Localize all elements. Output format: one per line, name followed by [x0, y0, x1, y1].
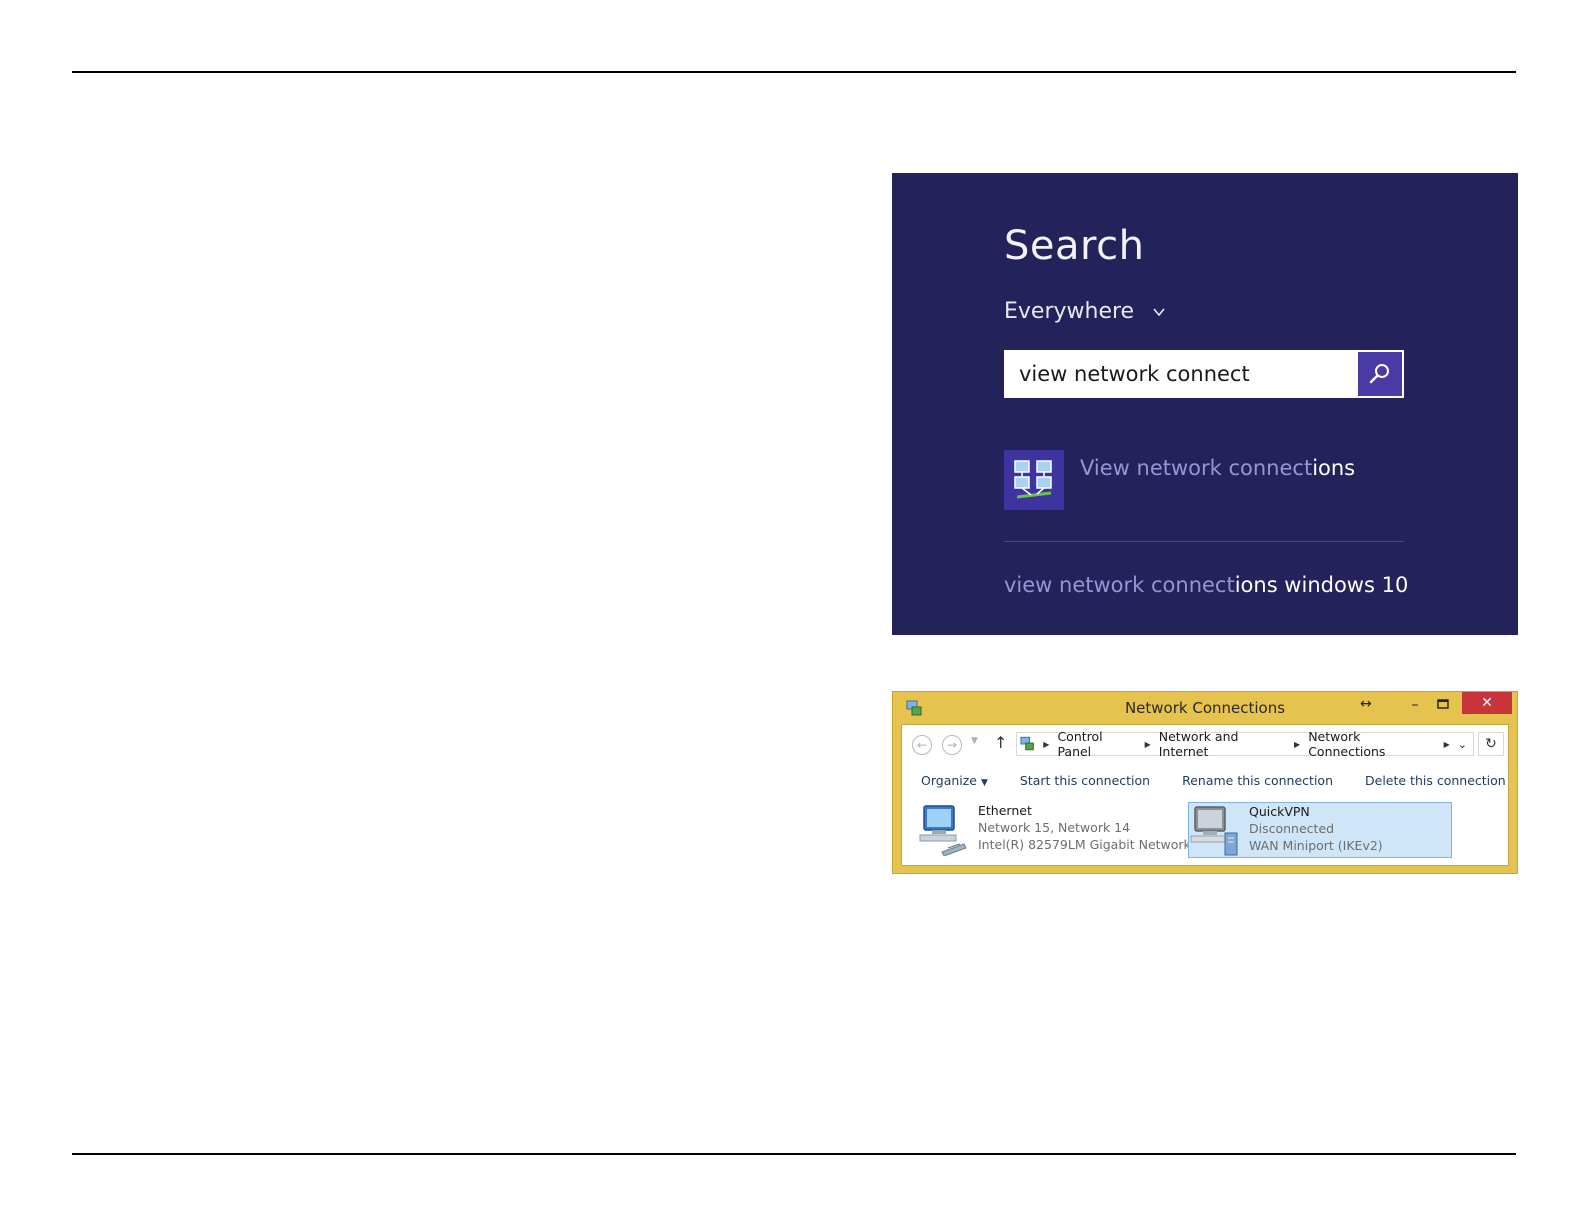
forward-button[interactable]: →: [942, 735, 962, 755]
results-divider: [1004, 541, 1404, 542]
connection-device: WAN Miniport (IKEv2): [1249, 838, 1383, 853]
maximize-icon: [1437, 699, 1449, 709]
breadcrumb-network-and-internet[interactable]: Network and Internet: [1159, 729, 1286, 759]
connection-status: Disconnected: [1249, 821, 1335, 836]
result-label-completion: ions: [1312, 456, 1356, 480]
search-result-label: View network connections: [1080, 456, 1355, 480]
connection-item-quickvpn[interactable]: QuickVPN Disconnected WAN Miniport (IKEv…: [1188, 802, 1452, 858]
search-result-view-network-connections[interactable]: View network connections: [1004, 450, 1355, 510]
search-charm-panel: Search Everywhere view network connect V…: [892, 173, 1518, 635]
breadcrumb-separator-icon[interactable]: ▶: [1294, 740, 1300, 749]
top-rule: [72, 71, 1516, 73]
breadcrumb-separator-icon[interactable]: ▶: [1444, 740, 1450, 749]
start-connection-button[interactable]: Start this connection: [1020, 773, 1150, 788]
network-connections-icon: [1004, 450, 1064, 510]
window-content: ← → ▼ ↑ ▶ Control Panel ▶ Network and In…: [901, 724, 1509, 866]
window-titlebar[interactable]: Network Connections ↔ – ✕: [893, 692, 1517, 724]
search-icon: [1369, 364, 1389, 384]
caret-down-icon: ▼: [981, 777, 988, 788]
rename-connection-button[interactable]: Rename this connection: [1182, 773, 1333, 788]
resize-icon: ↔: [1360, 696, 1372, 712]
search-title: Search: [1004, 223, 1145, 269]
organize-menu[interactable]: Organize ▼: [921, 773, 988, 788]
connection-item-ethernet[interactable]: Ethernet Network 15, Network 14 Intel(R)…: [918, 802, 1203, 858]
up-button[interactable]: ↑: [994, 733, 1007, 752]
close-button[interactable]: ✕: [1462, 692, 1512, 714]
connection-name: QuickVPN: [1249, 804, 1310, 819]
delete-connection-button[interactable]: Delete this connection: [1365, 773, 1506, 788]
ethernet-adapter-icon: [919, 805, 967, 856]
search-box: [1004, 350, 1404, 398]
connection-name: Ethernet: [978, 803, 1032, 818]
organize-label: Organize: [921, 772, 977, 788]
search-scope-dropdown[interactable]: Everywhere: [1004, 299, 1166, 324]
connections-list: Ethernet Network 15, Network 14 Intel(R)…: [902, 797, 1508, 865]
address-bar[interactable]: ▶ Control Panel ▶ Network and Internet ▶…: [1016, 729, 1474, 759]
bottom-rule: [72, 1153, 1516, 1155]
breadcrumb-separator-icon[interactable]: ▶: [1145, 740, 1151, 749]
recent-locations-dropdown[interactable]: ▼: [971, 736, 978, 746]
search-suggestion[interactable]: view network connections windows 10: [1004, 573, 1408, 597]
connection-device: Intel(R) 82579LM Gigabit Network...: [978, 837, 1203, 852]
suggestion-matched: view network connect: [1004, 573, 1235, 597]
control-panel-icon: [1020, 736, 1034, 751]
back-button[interactable]: ←: [912, 735, 932, 755]
result-label-matched: View network connect: [1080, 456, 1313, 480]
search-scope-label: Everywhere: [1004, 299, 1135, 324]
refresh-button[interactable]: ↻: [1478, 732, 1504, 756]
search-input[interactable]: [1004, 350, 1356, 398]
command-bar: Organize ▼ Start this connection Rename t…: [902, 763, 1508, 797]
navigation-bar: ← → ▼ ↑ ▶ Control Panel ▶ Network and In…: [902, 725, 1508, 763]
vpn-connection-icon: [1190, 806, 1238, 856]
maximize-button[interactable]: [1430, 694, 1456, 716]
minimize-button[interactable]: –: [1402, 694, 1428, 716]
connection-status: Network 15, Network 14: [978, 820, 1131, 835]
chevron-down-icon: [1153, 307, 1165, 316]
breadcrumb-network-connections[interactable]: Network Connections: [1308, 729, 1435, 759]
breadcrumb-separator-icon[interactable]: ▶: [1043, 740, 1049, 749]
network-connections-window: Network Connections ↔ – ✕ ← → ▼ ↑ ▶ Cont…: [892, 691, 1518, 874]
suggestion-completion: ions windows 10: [1234, 573, 1409, 597]
chevron-down-icon[interactable]: ⌄: [1458, 738, 1467, 751]
search-button[interactable]: [1358, 352, 1402, 396]
breadcrumb-control-panel[interactable]: Control Panel: [1057, 729, 1136, 759]
